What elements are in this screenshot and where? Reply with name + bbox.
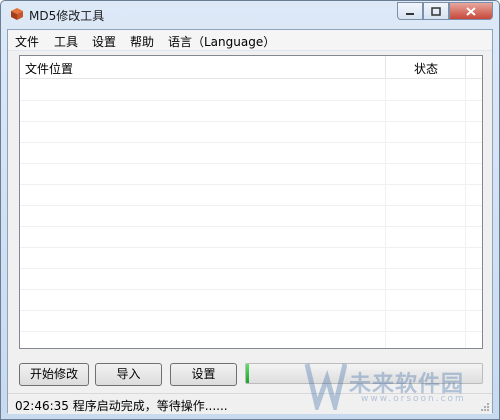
minimize-icon: [406, 13, 414, 15]
watermark-domain: www.orsoon.com: [361, 394, 466, 404]
grid-line: [20, 310, 482, 311]
window-controls: [397, 2, 493, 20]
column-divider[interactable]: [385, 56, 386, 78]
app-cube-icon: [11, 8, 23, 20]
column-divider[interactable]: [465, 56, 466, 78]
grid-line: [20, 331, 482, 332]
column-header-status[interactable]: 状态: [414, 60, 438, 77]
minimize-button[interactable]: [397, 2, 423, 20]
menu-language[interactable]: 语言（Language）: [168, 33, 275, 50]
settings-button[interactable]: 设置: [170, 363, 237, 386]
progress-fill: [246, 364, 249, 383]
menu-help[interactable]: 帮助: [130, 33, 154, 50]
list-header: 文件位置 状态: [20, 56, 482, 79]
menu-file[interactable]: 文件: [15, 33, 39, 50]
grid-line: [20, 163, 482, 164]
maximize-icon: [431, 6, 441, 16]
grid-line: [20, 289, 482, 290]
start-modify-button[interactable]: 开始修改: [19, 363, 89, 386]
column-header-file-location[interactable]: 文件位置: [25, 60, 73, 77]
maximize-button[interactable]: [423, 2, 449, 20]
grid-line: [20, 226, 482, 227]
app-window: MD5修改工具 文件 工具 设置 帮助 语言（Language） 文件位置 状态…: [0, 0, 500, 420]
import-button[interactable]: 导入: [95, 363, 162, 386]
close-button[interactable]: [449, 2, 493, 20]
grid-line: [20, 121, 482, 122]
close-icon: [466, 6, 476, 16]
client-area: 文件 工具 设置 帮助 语言（Language） 文件位置 状态 开始修改 导入…: [7, 29, 493, 414]
grid-line: [20, 184, 482, 185]
window-title: MD5修改工具: [29, 9, 105, 23]
menu-bar: 文件 工具 设置 帮助 语言（Language）: [8, 30, 492, 51]
grid-column-line: [465, 78, 466, 348]
watermark-logo-icon: [304, 363, 347, 410]
grid-line: [20, 268, 482, 269]
title-bar[interactable]: MD5修改工具: [1, 1, 499, 29]
menu-settings[interactable]: 设置: [92, 33, 116, 50]
watermark: 未来软件园 www.orsoon.com: [301, 358, 497, 414]
grid-line: [20, 247, 482, 248]
grid-column-line: [385, 78, 386, 348]
status-text: 02:46:35 程序启动完成，等待操作......: [15, 399, 228, 413]
file-list[interactable]: 文件位置 状态: [19, 55, 483, 349]
grid-line: [20, 142, 482, 143]
grid-line: [20, 205, 482, 206]
grid-line: [20, 100, 482, 101]
menu-tools[interactable]: 工具: [54, 33, 78, 50]
